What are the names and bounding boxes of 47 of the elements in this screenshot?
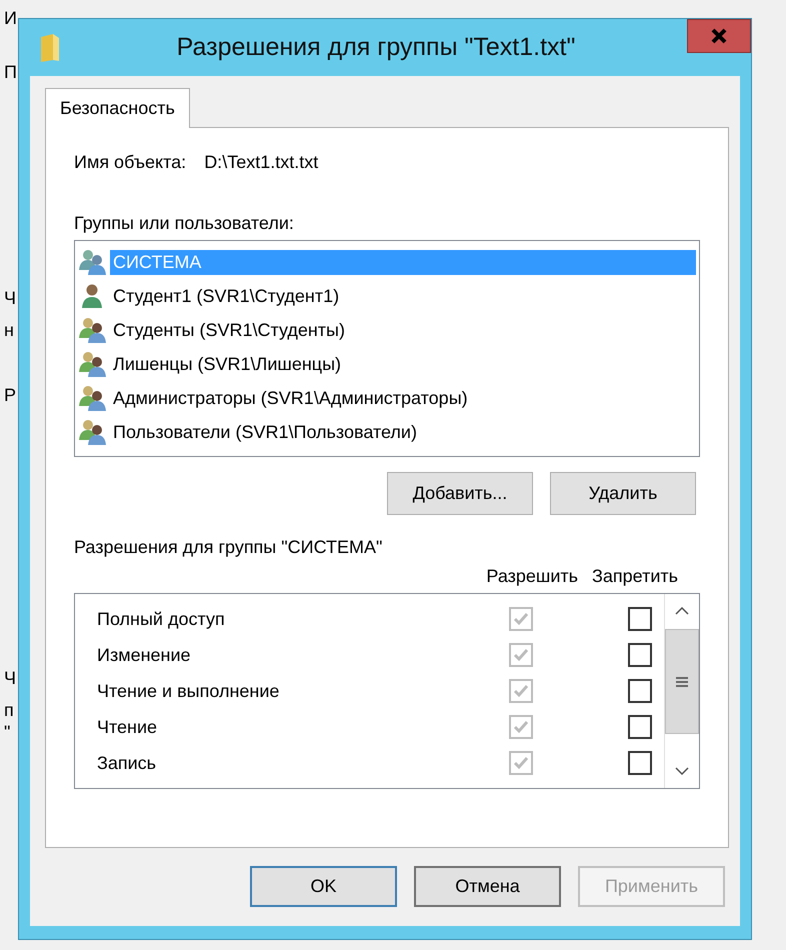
list-item[interactable]: Пользователи (SVR1\Пользователи) (110, 420, 420, 444)
background-text: П (4, 62, 17, 83)
checkmark-icon (513, 648, 529, 662)
permission-name: Чтение (97, 716, 158, 738)
background-text: п (4, 700, 14, 721)
group-action-button[interactable]: Удалить (550, 472, 696, 515)
object-name-label: Имя объекта: (74, 152, 186, 173)
list-item[interactable]: Студент1 (SVR1\Студент1) (110, 284, 342, 308)
background-text: Р (4, 385, 16, 406)
grip-icon (676, 676, 688, 688)
background-text: н (4, 320, 14, 341)
permission-name: Запись (97, 752, 158, 774)
group-action-button[interactable]: Добавить... (387, 472, 533, 515)
checkbox[interactable] (628, 643, 652, 667)
column-header: Запретить (592, 566, 678, 587)
checkbox[interactable] (628, 751, 652, 775)
column-header: Разрешить (486, 566, 578, 587)
folder-icon (39, 32, 61, 62)
background-text: " (4, 722, 10, 743)
object-name-value: D:\Text1.txt.txt (204, 152, 318, 173)
scroll-up-icon[interactable] (675, 607, 689, 615)
background-text: Ч (4, 668, 16, 689)
list-item[interactable]: Студенты (SVR1\Студенты) (110, 318, 348, 342)
dialog-button[interactable]: OK (250, 866, 397, 907)
background-text: И (4, 8, 17, 29)
permission-name: Полный доступ (97, 608, 226, 630)
checkbox[interactable] (628, 679, 652, 703)
groups-label: Группы или пользователи: (74, 213, 295, 234)
tab[interactable]: Безопасность (45, 88, 190, 128)
close-icon (709, 28, 729, 44)
permissions-label: Разрешения для группы "СИСТЕМА" (74, 537, 384, 558)
window-title: Разрешения для группы "Text1.txt" (176, 33, 576, 62)
checkmark-icon (513, 612, 529, 626)
permission-name: Чтение и выполнение (97, 680, 280, 702)
close-button[interactable] (687, 19, 751, 53)
checkbox[interactable] (628, 607, 652, 631)
permission-name: Изменение (97, 644, 192, 666)
dialog-button[interactable]: Отмена (414, 866, 561, 907)
scroll-down-icon[interactable] (675, 767, 689, 775)
list-item[interactable]: Администраторы (SVR1\Администраторы) (110, 386, 471, 410)
background-text: Ч (4, 288, 16, 309)
checkbox[interactable] (628, 715, 652, 739)
checkmark-icon (513, 720, 529, 734)
checkmark-icon (513, 756, 529, 770)
checkmark-icon (513, 684, 529, 698)
list-item[interactable]: Лишенцы (SVR1\Лишенцы) (110, 352, 344, 376)
scrollbar[interactable] (664, 594, 699, 788)
